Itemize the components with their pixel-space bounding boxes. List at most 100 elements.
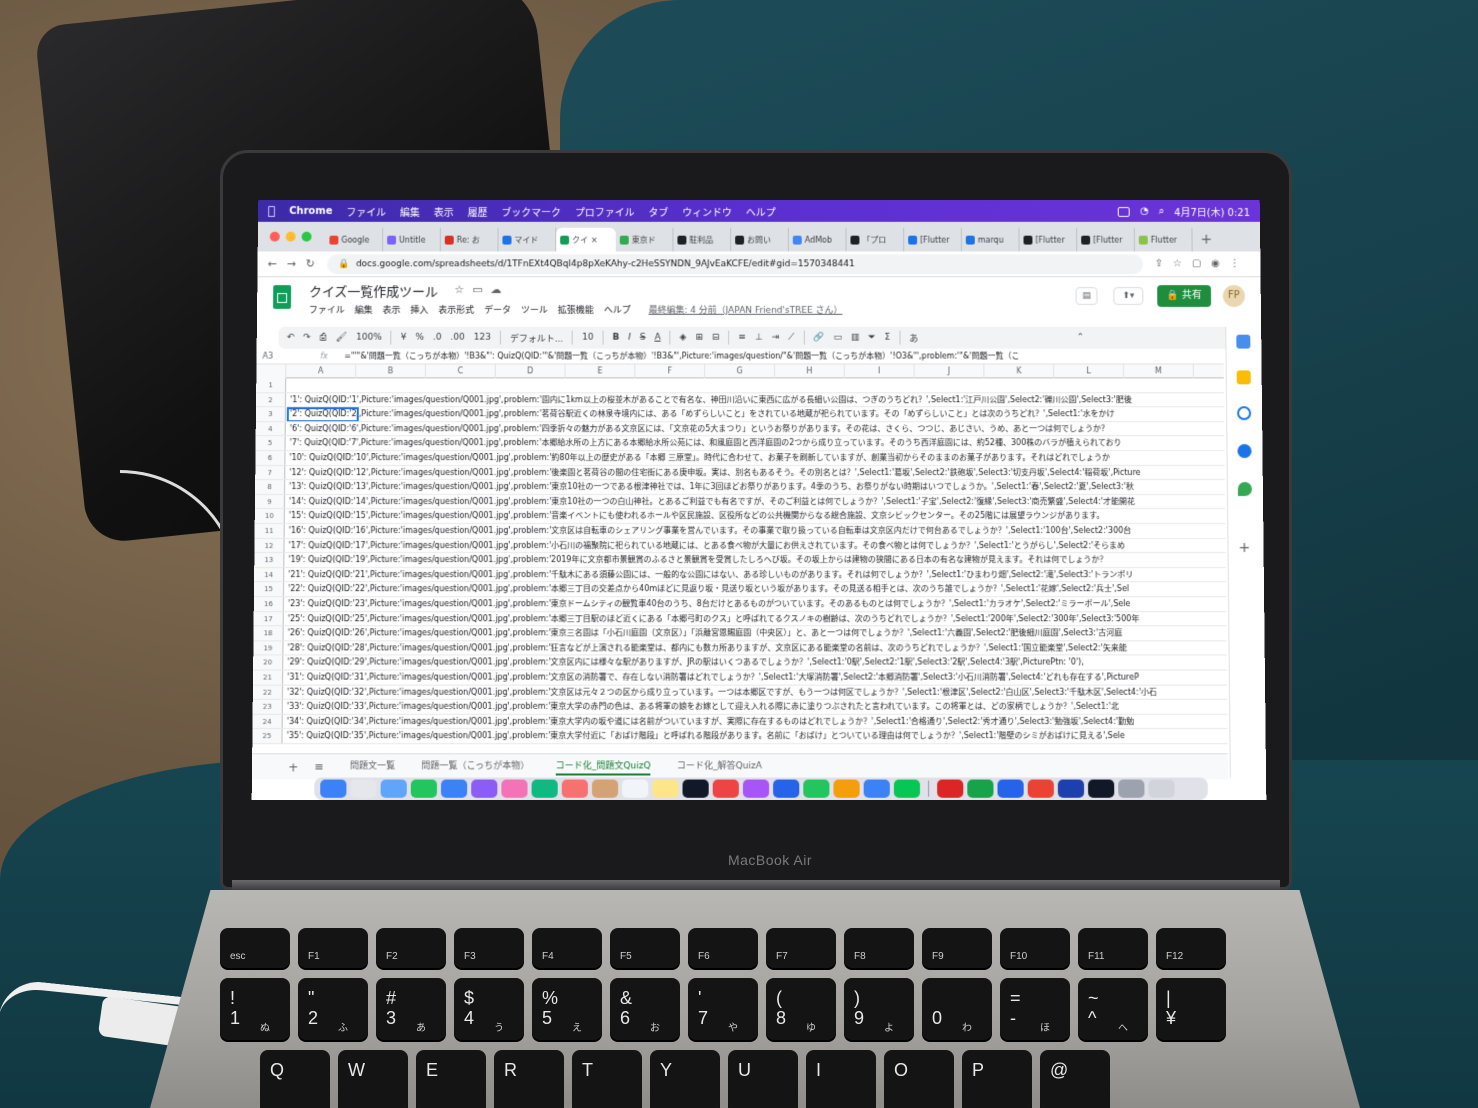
text-color-button[interactable]: A (655, 333, 661, 343)
insert-chart-icon[interactable]: ▥ (851, 333, 860, 343)
strikethrough-button[interactable]: S (640, 333, 646, 343)
comments-icon[interactable]: ▤ (1075, 287, 1098, 305)
dock-app-icon[interactable] (833, 779, 860, 798)
column-header[interactable]: J (914, 364, 985, 379)
cell-a[interactable]: '35': QuizQ(QID:'35',Picture:'images/que… (286, 729, 1125, 744)
dock-app-icon[interactable] (803, 779, 830, 798)
browser-tab[interactable]: Google (325, 227, 384, 252)
column-header[interactable]: F (635, 364, 706, 379)
menubar-item[interactable]: 編集 (400, 204, 420, 219)
browser-tab[interactable]: [Flutter (1019, 227, 1078, 252)
sheet-tab[interactable]: コード化_問題文QuizQ (555, 758, 651, 776)
menubar-item[interactable]: 表示 (434, 204, 454, 219)
dock-app-icon[interactable] (320, 779, 347, 798)
cell-a[interactable]: '34': QuizQ(QID:'34',Picture:'images/que… (287, 715, 1135, 730)
borders-icon[interactable]: ⊞ (695, 333, 703, 343)
dock-app-icon[interactable] (622, 779, 649, 798)
dock-app-icon[interactable] (893, 779, 921, 798)
table-row[interactable]: 22'32': QuizQ(QID:'32',Picture:'images/q… (252, 685, 1228, 700)
cell-a[interactable]: '12': QuizQ(QID:'12',Picture:'images/que… (289, 466, 1140, 481)
sheets-menu-item[interactable]: 表示形式 (438, 303, 474, 316)
column-header[interactable]: G (705, 364, 775, 379)
dock-app-icon[interactable] (682, 779, 709, 798)
close-window-button[interactable] (269, 231, 280, 242)
table-row[interactable]: 8'13': QuizQ(QID:'13',Picture:'images/qu… (255, 480, 1225, 495)
row-header[interactable]: 16 (253, 597, 284, 612)
dock-app-icon[interactable] (1027, 779, 1054, 798)
menubar-item[interactable]: タブ (648, 204, 668, 219)
row-header[interactable]: 9 (254, 494, 286, 510)
select-all-corner[interactable] (256, 364, 287, 379)
table-row[interactable]: 17 '25': QuizQ(QID:'25',Picture:'images/q… (253, 611, 1227, 627)
contacts-icon[interactable] (1237, 444, 1252, 459)
share-page-icon[interactable]: ⇪ (1155, 258, 1163, 269)
reload-icon[interactable]: ↻ (306, 257, 315, 270)
row-header[interactable]: 13 (254, 553, 285, 568)
dock-app-icon[interactable] (501, 779, 528, 798)
table-row[interactable]: 13'19': QuizQ(QID:'19',Picture:'images/q… (254, 553, 1226, 568)
print-icon[interactable]: ⎙ (320, 333, 327, 343)
undo-icon[interactable]: ↶ (287, 333, 295, 343)
sheets-menu-item[interactable]: 挿入 (410, 303, 428, 316)
row-header[interactable]: 14 (254, 567, 285, 583)
dock-app-icon[interactable] (997, 779, 1024, 798)
dock-app-icon[interactable] (1118, 779, 1145, 798)
zoom-window-button[interactable] (301, 231, 312, 242)
vertical-align-icon[interactable]: ⊥ (755, 333, 763, 343)
row-header[interactable]: 24 (252, 714, 283, 730)
cell-a[interactable]: '29': QuizQ(QID:'29',Picture:'images/que… (287, 656, 1084, 671)
table-row[interactable]: 21'31': QuizQ(QID:'31',Picture:'images/q… (252, 670, 1227, 686)
row-header[interactable]: 17 (253, 611, 284, 627)
apple-icon[interactable]:  (268, 204, 275, 218)
dock-app-icon[interactable] (937, 779, 964, 798)
menubar-item[interactable]: プロファイル (575, 204, 635, 219)
insert-comment-icon[interactable]: ▭ (834, 333, 843, 343)
row-header[interactable]: 22 (252, 685, 284, 700)
column-header[interactable]: L (1054, 364, 1125, 379)
percent-format-button[interactable]: % (415, 333, 424, 343)
cell-a[interactable]: '2': QuizQ(QID:'2',Picture:'images/quest… (290, 407, 1115, 422)
dock-app-icon[interactable] (380, 779, 407, 798)
horizontal-align-icon[interactable]: ≡ (738, 333, 746, 343)
currency-format-button[interactable]: ¥ (401, 333, 407, 343)
table-row[interactable]: 23 '33': QuizQ(QID:'33',Picture:'images/q… (252, 699, 1228, 715)
zoom-select[interactable]: 100% (356, 333, 382, 343)
text-rotate-icon[interactable]: ⟋ (788, 333, 794, 343)
column-header[interactable]: B (356, 364, 426, 379)
table-row[interactable]: 5'7': QuizQ(QID:'7',Picture:'images/ques… (255, 436, 1225, 452)
cell-a[interactable]: '31': QuizQ(QID:'31',Picture:'images/que… (287, 671, 1139, 686)
dock-app-icon[interactable] (773, 779, 800, 798)
dock-app-icon[interactable] (471, 779, 498, 798)
add-sheet-button[interactable]: + (288, 760, 298, 774)
cell-a[interactable]: '16': QuizQ(QID:'16',Picture:'images/que… (289, 524, 1132, 539)
redo-icon[interactable]: ↷ (303, 333, 311, 343)
dock-app-icon[interactable] (440, 779, 468, 798)
cell-a[interactable]: '32': QuizQ(QID:'32',Picture:'images/que… (287, 685, 1157, 700)
menubar-item[interactable]: ヘルプ (746, 204, 776, 219)
column-header[interactable]: D (495, 364, 566, 379)
name-box[interactable]: A3 (257, 352, 321, 361)
sheets-menu-item[interactable]: 拡張機能 (558, 303, 594, 316)
sheet-tab[interactable]: 問題一覧（こっちが本物） (421, 758, 529, 775)
table-row[interactable]: 10 '15': QuizQ(QID:'15',Picture:'images/q… (254, 509, 1226, 524)
column-header[interactable]: A (286, 364, 357, 379)
table-row[interactable]: 7'12': QuizQ(QID:'12',Picture:'images/qu… (255, 465, 1225, 481)
sheets-menu-item[interactable]: データ (484, 303, 511, 316)
tasks-icon[interactable] (1237, 406, 1252, 421)
collapse-toolbar-icon[interactable]: ⌃ (1077, 333, 1085, 343)
row-header[interactable]: 18 (253, 626, 284, 642)
calendar-icon[interactable] (1236, 334, 1251, 349)
browser-tab[interactable]: [Flutter (904, 227, 962, 252)
address-bar[interactable]: 🔒 docs.google.com/spreadsheets/d/1TFnEXt4… (326, 253, 1143, 274)
menubar-item[interactable]: ブックマーク (501, 204, 561, 219)
sheet-tab[interactable]: 問題文一覧 (350, 758, 395, 775)
table-row[interactable]: 2'1': QuizQ(QID:'1',Picture:'images/ques… (255, 392, 1225, 408)
row-header[interactable]: 2 (255, 392, 287, 408)
table-row[interactable]: 6'10': QuizQ(QID:'10',Picture:'images/qu… (255, 451, 1225, 466)
increase-decimal-button[interactable]: .00 (450, 333, 464, 343)
row-header[interactable]: 25 (252, 729, 283, 745)
sheets-menu-item[interactable]: ツール (521, 303, 548, 316)
functions-icon[interactable]: Σ (885, 333, 891, 343)
row-header[interactable]: 1 (256, 378, 287, 393)
dock-app-icon[interactable] (742, 779, 770, 798)
